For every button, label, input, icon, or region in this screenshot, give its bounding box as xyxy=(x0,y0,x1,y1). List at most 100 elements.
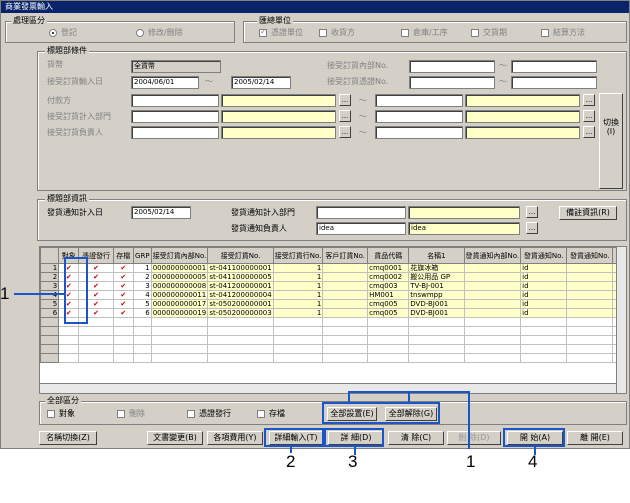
table-cell: st-041200000001 xyxy=(207,281,274,291)
internal-no-to[interactable] xyxy=(511,60,597,73)
dept-code-to[interactable] xyxy=(375,110,463,123)
dept-name-from xyxy=(221,110,336,123)
check-mark-icon[interactable]: ✔ xyxy=(120,283,126,290)
check-mark-icon[interactable]: ✔ xyxy=(120,292,126,299)
internal-no-from[interactable] xyxy=(409,60,495,73)
table-cell[interactable]: ✔ xyxy=(112,299,134,309)
check-mark-icon[interactable]: ✔ xyxy=(93,283,99,290)
person-code-from[interactable] xyxy=(131,126,219,139)
table-cell xyxy=(272,317,324,327)
warehouse-check[interactable] xyxy=(401,29,409,37)
person-code-to[interactable] xyxy=(375,126,463,139)
table-cell[interactable]: ✔ xyxy=(112,281,134,291)
detail-grid[interactable]: 對象 憑證發行 存檔 GRP 接受訂貨內部No. 接受訂貨No. 接受訂貨行No… xyxy=(39,246,627,394)
remark-info-button[interactable]: 備註資訊(R) xyxy=(559,206,617,220)
check-mark-icon[interactable]: ✔ xyxy=(93,310,99,317)
order-date-to[interactable]: 2005/02/14 xyxy=(231,76,291,89)
check-mark-icon[interactable]: ✔ xyxy=(120,301,126,308)
delivery-check[interactable] xyxy=(471,29,479,37)
table-cell xyxy=(150,344,209,354)
table-cell: 6 xyxy=(132,308,152,318)
order-date-from[interactable]: 2004/06/01 xyxy=(131,76,199,89)
table-cell[interactable]: ✔ xyxy=(112,272,134,282)
doc-change-button[interactable]: 文書變更(B) xyxy=(147,431,203,445)
settlement-check[interactable] xyxy=(541,29,549,37)
table-row[interactable]: 6 ✔ ✔ ✔ 6 000000000019 st-050200000003 1 cmq005 D… xyxy=(40,308,626,318)
payer-to-lookup[interactable]: ... xyxy=(583,94,595,106)
table-row[interactable]: 4 ✔ ✔ ✔ 4 000000000011 st-041200000004 1 HM001 tn… xyxy=(40,290,626,300)
grid-vscrollbar[interactable] xyxy=(616,247,626,393)
check-mark-icon[interactable]: ✔ xyxy=(120,265,126,272)
dept-from-lookup[interactable]: ... xyxy=(339,110,351,122)
dept-code-from[interactable] xyxy=(131,110,219,123)
table-row[interactable]: 3 ✔ ✔ ✔ 3 000000000008 st-041200000001 1 cmq003 T… xyxy=(40,281,626,291)
col-header[interactable]: 接受訂貨行No. xyxy=(272,247,324,264)
table-cell xyxy=(40,335,60,345)
table-cell xyxy=(207,335,274,345)
voucher-no-from[interactable] xyxy=(409,76,495,89)
table-cell: id xyxy=(520,281,568,291)
payer-from-lookup[interactable]: ... xyxy=(339,94,351,106)
check-mark-icon[interactable]: ✔ xyxy=(93,301,99,308)
voucher-unit-check[interactable] xyxy=(259,27,267,37)
table-cell xyxy=(207,344,274,354)
payer-code-to[interactable] xyxy=(375,94,463,107)
payer-code-from[interactable] xyxy=(131,94,219,107)
table-cell: 5 xyxy=(132,299,152,309)
col-header[interactable]: 發貨通知內部No. xyxy=(463,247,522,264)
close-button[interactable]: 離 開(E) xyxy=(567,431,623,445)
table-cell: st-050200000003 xyxy=(207,308,274,318)
clear-button[interactable]: 清 除(C) xyxy=(388,431,444,445)
col-header[interactable]: 接受訂貨No. xyxy=(207,247,274,264)
check-mark-icon[interactable]: ✔ xyxy=(93,292,99,299)
ship-dept-code[interactable] xyxy=(316,206,406,219)
all-delete-check[interactable] xyxy=(117,410,125,418)
expenses-button[interactable]: 各項費用(Y) xyxy=(207,431,263,445)
table-cell[interactable]: ✔ xyxy=(112,290,134,300)
ship-person-lookup[interactable]: ... xyxy=(526,222,538,234)
col-header[interactable]: 名稱1 xyxy=(408,247,465,264)
table-row[interactable]: 2 ✔ ✔ ✔ 2 000000000005 st-041100000005 1 cmq0002… xyxy=(40,272,626,282)
name-switch-button[interactable]: 名稱切換(Z) xyxy=(39,431,97,445)
table-row[interactable]: 5 ✔ ✔ ✔ 5 000000000017 st-050200000001 1 cmq005 D… xyxy=(40,299,626,309)
all-archive-check[interactable] xyxy=(257,410,265,418)
toggle-button[interactable]: 切換(I) xyxy=(599,93,623,189)
all-voucher-check[interactable] xyxy=(187,410,195,418)
table-cell[interactable]: ✔ xyxy=(112,263,134,273)
grid-hscrollbar[interactable] xyxy=(40,383,626,393)
check-mark-icon[interactable]: ✔ xyxy=(120,310,126,317)
ship-person-code[interactable]: idea xyxy=(316,222,406,235)
col-header[interactable]: GRP xyxy=(132,247,152,264)
check-mark-icon[interactable]: ✔ xyxy=(93,265,99,272)
col-header[interactable]: 發貨通知No. xyxy=(566,247,614,264)
voucher-unit-label: 憑證單位 xyxy=(271,28,303,37)
ship-dept-lookup[interactable]: ... xyxy=(526,206,538,218)
register-radio[interactable] xyxy=(49,29,57,37)
col-header[interactable]: 貨品代碼 xyxy=(367,247,410,264)
voucher-no-to[interactable] xyxy=(511,76,597,89)
col-header[interactable]: 存檔 xyxy=(112,247,134,264)
table-cell xyxy=(322,326,369,336)
modify-radio[interactable] xyxy=(136,29,144,37)
target-column-highlight xyxy=(64,257,88,324)
ship-date-input[interactable]: 2005/02/14 xyxy=(131,206,191,219)
col-header[interactable]: 客戶訂貨No. xyxy=(322,247,369,264)
dept-to-lookup[interactable]: ... xyxy=(583,110,595,122)
person-from-lookup[interactable]: ... xyxy=(339,126,351,138)
delete-button[interactable]: 刪 除(D) xyxy=(447,431,501,445)
dept-label: 接受訂貨計入部門 xyxy=(47,112,111,121)
table-row[interactable]: 1 ✔ ✔ ✔ 1 000000000001 st-041100000001 1 cmq0001… xyxy=(40,263,626,273)
table-cell: 1 xyxy=(272,290,324,300)
check-mark-icon[interactable]: ✔ xyxy=(120,274,126,281)
table-cell[interactable]: ✔ xyxy=(112,308,134,318)
table-cell xyxy=(78,335,114,345)
check-mark-icon[interactable]: ✔ xyxy=(93,274,99,281)
col-header[interactable]: 接受訂貨內部No. xyxy=(150,247,209,264)
all-target-check[interactable] xyxy=(47,410,55,418)
person-to-lookup[interactable]: ... xyxy=(583,126,595,138)
col-header[interactable]: 發貨通知No. xyxy=(520,247,568,264)
table-cell: 搬公用品 GP xyxy=(408,272,465,282)
payer-label: 付款方 xyxy=(47,96,71,105)
receiver-check[interactable] xyxy=(319,29,327,37)
currency-select[interactable]: 全貨幣 xyxy=(131,60,221,73)
